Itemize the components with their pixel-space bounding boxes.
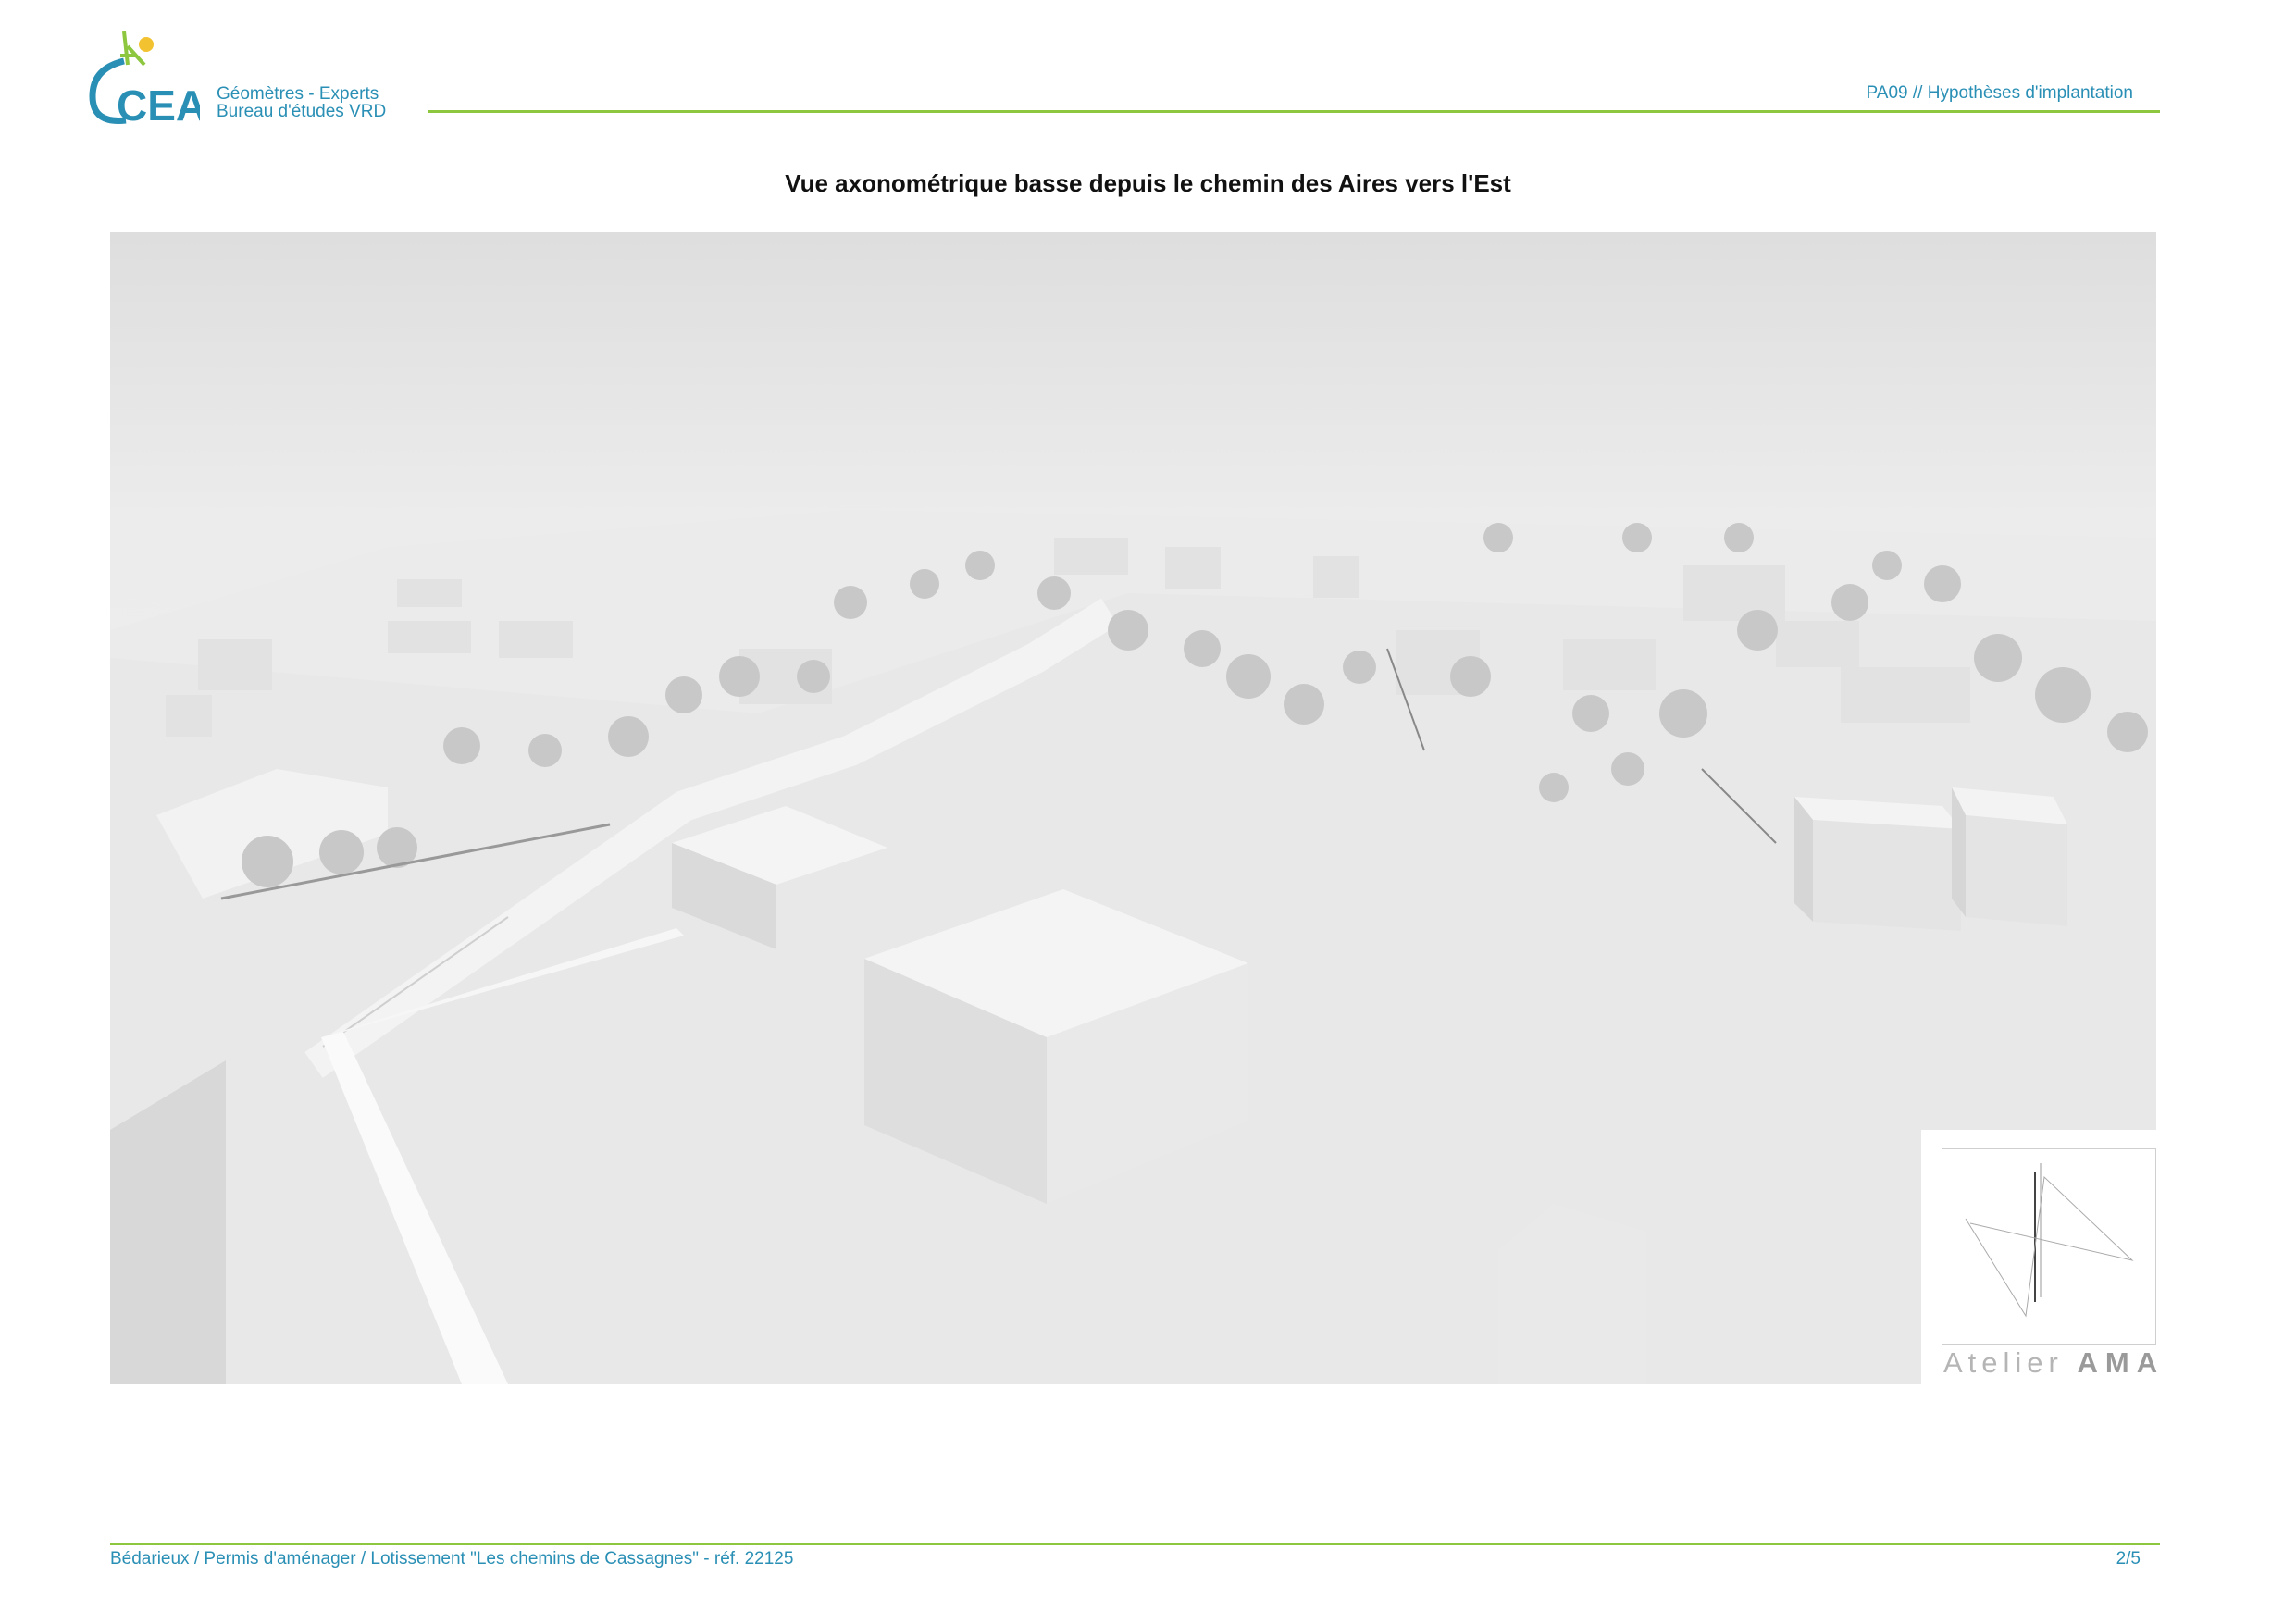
stamp-brand: Atelier AMA [1943, 1346, 2165, 1380]
document-reference: PA09 // Hypothèses d'implantation [1866, 83, 2133, 103]
page-number: 2/5 [2116, 1549, 2141, 1568]
stamp-brand-light: Atelier [1943, 1346, 2064, 1379]
footer-project-info: Bédarieux / Permis d'aménager / Lotissem… [110, 1549, 794, 1568]
logo-tagline-line2: Bureau d'études VRD [217, 102, 387, 121]
stamp-frame [1942, 1148, 2156, 1345]
logo-tagline: Géomètres - Experts Bureau d'études VRD [217, 85, 386, 120]
building-right-1 [1794, 797, 1961, 931]
logo-tagline-line1: Géomètres - Experts [217, 84, 379, 104]
stamp-brand-bold: AMA [2077, 1346, 2166, 1379]
footer-divider [110, 1543, 2160, 1545]
page-title: Vue axonométrique basse depuis le chemin… [785, 169, 1511, 197]
header-divider [428, 110, 2160, 113]
company-logo: CEAU [89, 31, 200, 130]
architect-stamp: Atelier AMA [1921, 1130, 2157, 1384]
axonometric-render-image [110, 232, 2156, 1384]
architect-logo-mark [1965, 1163, 2134, 1318]
logo-wordmark: CEAU [117, 81, 200, 130]
building-right-2 [1952, 787, 2067, 926]
